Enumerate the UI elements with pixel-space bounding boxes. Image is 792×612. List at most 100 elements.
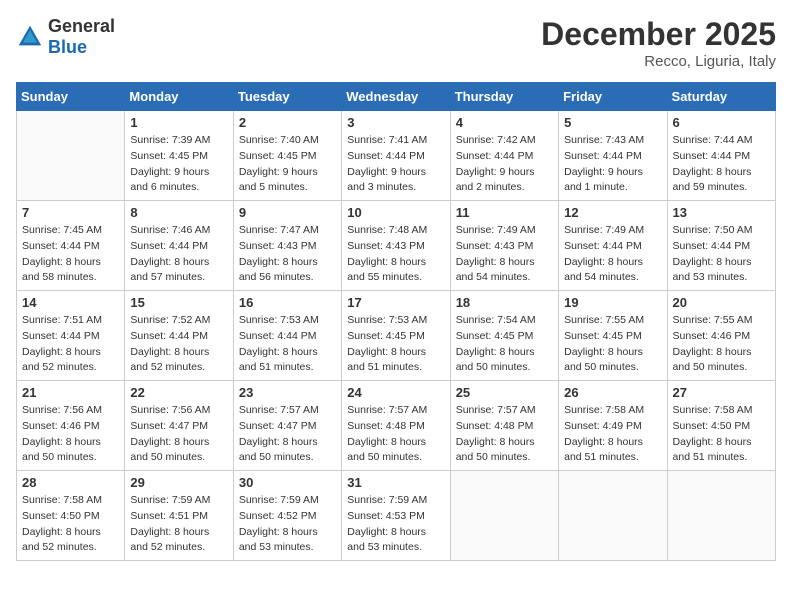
day-info: Sunrise: 7:47 AMSunset: 4:43 PMDaylight:…	[239, 223, 336, 286]
day-info: Sunrise: 7:58 AMSunset: 4:49 PMDaylight:…	[564, 403, 661, 466]
day-info: Sunrise: 7:50 AMSunset: 4:44 PMDaylight:…	[673, 223, 770, 286]
calendar-cell	[559, 471, 667, 561]
day-number: 24	[347, 385, 444, 400]
day-number: 12	[564, 205, 661, 220]
day-info: Sunrise: 7:53 AMSunset: 4:45 PMDaylight:…	[347, 313, 444, 376]
calendar-cell: 4Sunrise: 7:42 AMSunset: 4:44 PMDaylight…	[450, 111, 558, 201]
calendar-week-2: 7 Sunrise: 7:45 AMSunset: 4:44 PMDaylight…	[17, 201, 776, 291]
calendar-cell: 11Sunrise: 7:49 AMSunset: 4:43 PMDayligh…	[450, 201, 558, 291]
day-info: Sunrise: 7:59 AMSunset: 4:53 PMDaylight:…	[347, 493, 444, 556]
location-title: Recco, Liguria, Italy	[541, 53, 776, 70]
logo-icon	[16, 23, 44, 51]
day-number: 7	[22, 205, 119, 220]
day-number: 13	[673, 205, 770, 220]
day-number: 4	[456, 115, 553, 130]
calendar-cell: 19 Sunrise: 7:55 AMSunset: 4:45 PMDayligh…	[559, 291, 667, 381]
day-info: Sunrise: 7:59 AMSunset: 4:52 PMDaylight:…	[239, 493, 336, 556]
day-info: Sunrise: 7:57 AMSunset: 4:48 PMDaylight:…	[456, 403, 553, 466]
calendar-body: 1 Sunrise: 7:39 AMSunset: 4:45 PMDaylight…	[17, 111, 776, 561]
day-number: 21	[22, 385, 119, 400]
day-info: Sunrise: 7:49 AMSunset: 4:43 PMDaylight:…	[456, 223, 553, 286]
calendar-cell: 1 Sunrise: 7:39 AMSunset: 4:45 PMDaylight…	[125, 111, 233, 201]
weekday-header-monday: Monday	[125, 83, 233, 111]
day-number: 20	[673, 295, 770, 310]
day-info: Sunrise: 7:55 AMSunset: 4:46 PMDaylight:…	[673, 313, 770, 376]
calendar-cell: 24 Sunrise: 7:57 AMSunset: 4:48 PMDayligh…	[342, 381, 450, 471]
day-info: Sunrise: 7:58 AMSunset: 4:50 PMDaylight:…	[22, 493, 119, 556]
day-number: 18	[456, 295, 553, 310]
day-info: Sunrise: 7:39 AMSunset: 4:45 PMDaylight:…	[130, 133, 227, 196]
day-info: Sunrise: 7:45 AMSunset: 4:44 PMDaylight:…	[22, 223, 119, 286]
calendar-cell	[450, 471, 558, 561]
calendar-cell: 31 Sunrise: 7:59 AMSunset: 4:53 PMDayligh…	[342, 471, 450, 561]
calendar-cell: 16Sunrise: 7:53 AMSunset: 4:44 PMDayligh…	[233, 291, 341, 381]
weekday-header-wednesday: Wednesday	[342, 83, 450, 111]
calendar-table: SundayMondayTuesdayWednesdayThursdayFrid…	[16, 82, 776, 561]
calendar-week-5: 28Sunrise: 7:58 AMSunset: 4:50 PMDayligh…	[17, 471, 776, 561]
day-info: Sunrise: 7:46 AMSunset: 4:44 PMDaylight:…	[130, 223, 227, 286]
day-number: 14	[22, 295, 119, 310]
calendar-cell: 17 Sunrise: 7:53 AMSunset: 4:45 PMDayligh…	[342, 291, 450, 381]
day-info: Sunrise: 7:59 AMSunset: 4:51 PMDaylight:…	[130, 493, 227, 556]
calendar-cell: 28Sunrise: 7:58 AMSunset: 4:50 PMDayligh…	[17, 471, 125, 561]
calendar-cell: 29 Sunrise: 7:59 AMSunset: 4:51 PMDayligh…	[125, 471, 233, 561]
day-info: Sunrise: 7:41 AMSunset: 4:44 PMDaylight:…	[347, 133, 444, 196]
day-info: Sunrise: 7:48 AMSunset: 4:43 PMDaylight:…	[347, 223, 444, 286]
calendar-week-3: 14 Sunrise: 7:51 AMSunset: 4:44 PMDayligh…	[17, 291, 776, 381]
calendar-cell: 10 Sunrise: 7:48 AMSunset: 4:43 PMDayligh…	[342, 201, 450, 291]
calendar-cell: 2Sunrise: 7:40 AMSunset: 4:45 PMDaylight…	[233, 111, 341, 201]
weekday-header-friday: Friday	[559, 83, 667, 111]
calendar-cell: 27 Sunrise: 7:58 AMSunset: 4:50 PMDayligh…	[667, 381, 775, 471]
weekday-header-saturday: Saturday	[667, 83, 775, 111]
page-header: General Blue December 2025 Recco, Liguri…	[16, 16, 776, 70]
calendar-cell: 18 Sunrise: 7:54 AMSunset: 4:45 PMDayligh…	[450, 291, 558, 381]
calendar-cell: 5 Sunrise: 7:43 AMSunset: 4:44 PMDaylight…	[559, 111, 667, 201]
calendar-cell: 22 Sunrise: 7:56 AMSunset: 4:47 PMDayligh…	[125, 381, 233, 471]
calendar-cell: 26 Sunrise: 7:58 AMSunset: 4:49 PMDayligh…	[559, 381, 667, 471]
weekday-header-tuesday: Tuesday	[233, 83, 341, 111]
month-title: December 2025	[541, 16, 776, 53]
logo: General Blue	[16, 16, 115, 58]
calendar-cell: 3 Sunrise: 7:41 AMSunset: 4:44 PMDaylight…	[342, 111, 450, 201]
day-info: Sunrise: 7:53 AMSunset: 4:44 PMDaylight:…	[239, 313, 336, 376]
day-number: 19	[564, 295, 661, 310]
day-number: 17	[347, 295, 444, 310]
calendar-cell: 20 Sunrise: 7:55 AMSunset: 4:46 PMDayligh…	[667, 291, 775, 381]
day-number: 23	[239, 385, 336, 400]
day-number: 26	[564, 385, 661, 400]
calendar-cell	[667, 471, 775, 561]
day-number: 22	[130, 385, 227, 400]
calendar-cell: 12 Sunrise: 7:49 AMSunset: 4:44 PMDayligh…	[559, 201, 667, 291]
day-info: Sunrise: 7:43 AMSunset: 4:44 PMDaylight:…	[564, 133, 661, 196]
day-number: 3	[347, 115, 444, 130]
calendar-cell: 30 Sunrise: 7:59 AMSunset: 4:52 PMDayligh…	[233, 471, 341, 561]
day-number: 25	[456, 385, 553, 400]
day-number: 15	[130, 295, 227, 310]
day-number: 29	[130, 475, 227, 490]
day-info: Sunrise: 7:40 AMSunset: 4:45 PMDaylight:…	[239, 133, 336, 196]
day-info: Sunrise: 7:57 AMSunset: 4:48 PMDaylight:…	[347, 403, 444, 466]
day-number: 9	[239, 205, 336, 220]
calendar-cell: 6Sunrise: 7:44 AMSunset: 4:44 PMDaylight…	[667, 111, 775, 201]
day-number: 10	[347, 205, 444, 220]
calendar-week-1: 1 Sunrise: 7:39 AMSunset: 4:45 PMDaylight…	[17, 111, 776, 201]
day-number: 1	[130, 115, 227, 130]
day-info: Sunrise: 7:51 AMSunset: 4:44 PMDaylight:…	[22, 313, 119, 376]
calendar-cell: 21 Sunrise: 7:56 AMSunset: 4:46 PMDayligh…	[17, 381, 125, 471]
calendar-cell	[17, 111, 125, 201]
day-number: 30	[239, 475, 336, 490]
calendar-week-4: 21 Sunrise: 7:56 AMSunset: 4:46 PMDayligh…	[17, 381, 776, 471]
day-number: 27	[673, 385, 770, 400]
day-number: 31	[347, 475, 444, 490]
day-info: Sunrise: 7:56 AMSunset: 4:46 PMDaylight:…	[22, 403, 119, 466]
day-info: Sunrise: 7:56 AMSunset: 4:47 PMDaylight:…	[130, 403, 227, 466]
day-info: Sunrise: 7:54 AMSunset: 4:45 PMDaylight:…	[456, 313, 553, 376]
day-info: Sunrise: 7:49 AMSunset: 4:44 PMDaylight:…	[564, 223, 661, 286]
weekday-header-row: SundayMondayTuesdayWednesdayThursdayFrid…	[17, 83, 776, 111]
day-number: 5	[564, 115, 661, 130]
day-info: Sunrise: 7:55 AMSunset: 4:45 PMDaylight:…	[564, 313, 661, 376]
logo-blue: Blue	[48, 37, 87, 57]
day-info: Sunrise: 7:58 AMSunset: 4:50 PMDaylight:…	[673, 403, 770, 466]
day-number: 8	[130, 205, 227, 220]
logo-text: General Blue	[48, 16, 115, 58]
